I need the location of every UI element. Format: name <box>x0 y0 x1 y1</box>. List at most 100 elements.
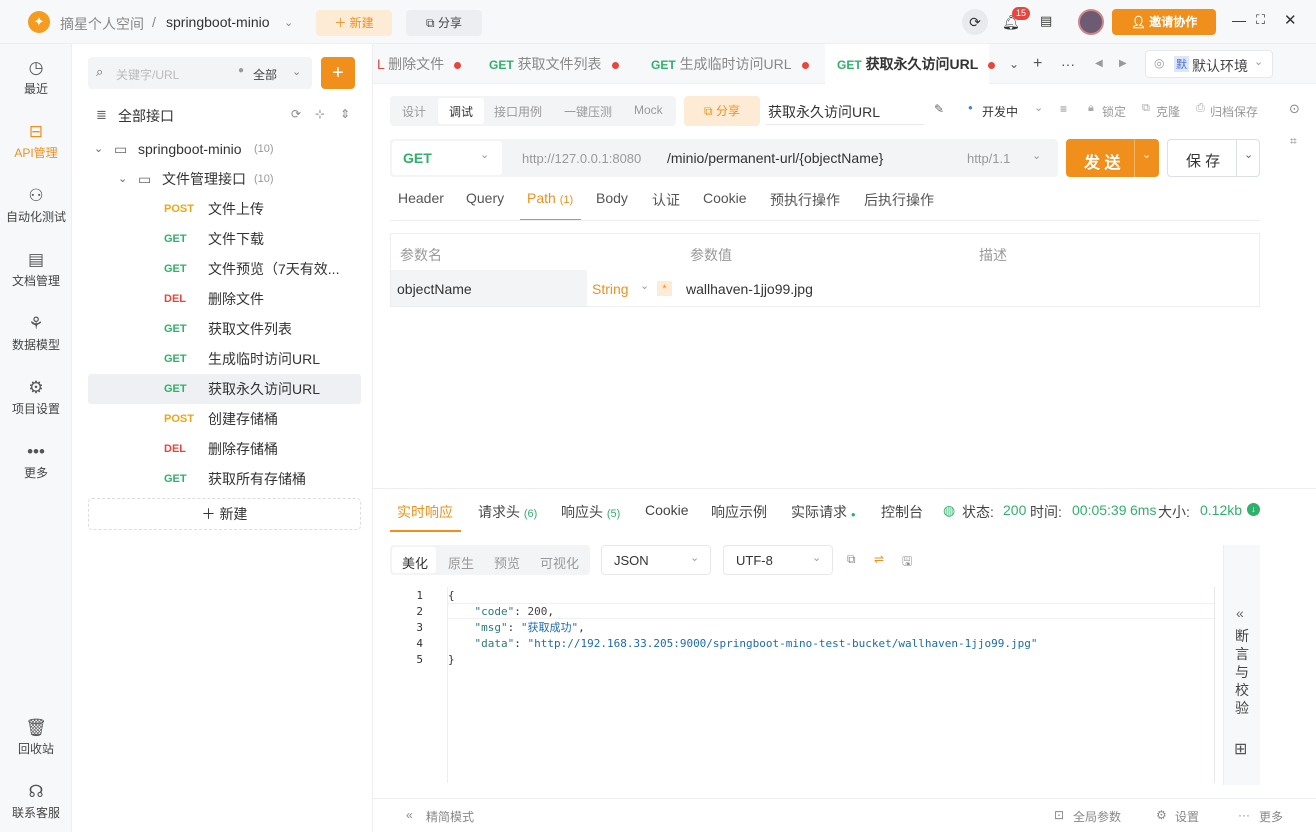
tree-api-item[interactable]: DEL 删除存储桶 <box>88 434 361 464</box>
tab-load-test[interactable]: 一键压测 <box>564 103 612 120</box>
settings-button[interactable]: 设置 <box>1175 808 1199 825</box>
param-type-select[interactable]: String <box>592 281 629 297</box>
new-button[interactable]: ＋ 新建 <box>316 10 392 36</box>
nav-more[interactable]: ••• 更多 <box>0 442 72 481</box>
chevron-down-icon[interactable]: ⌄ <box>640 279 649 292</box>
more-button[interactable]: 更多 <box>1259 808 1283 825</box>
global-params-button[interactable]: 全局参数 <box>1073 808 1121 825</box>
protocol-select[interactable]: http/1.1 <box>967 151 1010 166</box>
search-input[interactable]: 关键字/URL <box>116 66 179 83</box>
save-button[interactable]: 保 存 ⌄ <box>1167 139 1260 177</box>
tree-api-item[interactable]: DEL 删除文件 <box>88 284 361 314</box>
tab-live-response[interactable]: 实时响应 <box>397 502 453 522</box>
avatar[interactable] <box>1078 9 1104 35</box>
check-icon[interactable]: ⊙ <box>1289 101 1300 117</box>
tab-path[interactable]: Path (1) <box>527 190 573 206</box>
tab-response-example[interactable]: 响应示例 <box>711 502 767 522</box>
api-name-input[interactable]: 获取永久访问URL <box>768 102 880 122</box>
tab-mock[interactable]: Mock <box>634 103 663 117</box>
next-tab-icon[interactable]: ▶ <box>1119 44 1127 84</box>
lock-button[interactable]: 锁定 <box>1102 103 1126 120</box>
environment-select[interactable]: ◎ 默 默认环境 ⌄ <box>1145 50 1273 78</box>
close-icon[interactable]: ✕ <box>1284 11 1297 29</box>
message-icon[interactable]: ▤ <box>1040 13 1052 29</box>
tab-request-headers[interactable]: 请求头 (6) <box>478 502 537 522</box>
chevron-down-icon[interactable]: ⌄ <box>292 65 301 78</box>
chevron-down-icon[interactable]: ⌄ <box>1009 44 1019 84</box>
project-selector[interactable]: springboot-minio <box>166 14 270 30</box>
tree-api-item[interactable]: GET 生成临时访问URL <box>88 344 361 374</box>
sync-icon[interactable]: ⟳ <box>962 9 988 35</box>
save-icon[interactable]: 🖫︎ <box>902 552 912 573</box>
nav-data-model[interactable]: ⚘ 数据模型 <box>0 314 72 353</box>
tab-get-file-list[interactable]: GET 获取文件列表 <box>489 44 619 84</box>
maximize-icon[interactable]: ⛶ <box>1256 12 1265 28</box>
tab-response-headers[interactable]: 响应头 (5) <box>561 502 620 522</box>
base-url[interactable]: http://127.0.0.1:8080 <box>522 151 641 166</box>
tab-cookie[interactable]: Cookie <box>645 502 689 518</box>
nav-api-management[interactable]: ⊟ API管理 <box>0 122 72 161</box>
locate-icon[interactable]: ⊹ <box>315 107 325 121</box>
assertion-panel[interactable]: « 断 言 与 校 验 ⊞ <box>1223 545 1260 785</box>
prev-tab-icon[interactable]: ◀ <box>1095 44 1103 84</box>
view-visualize[interactable]: 可视化 <box>540 553 579 572</box>
copy-icon[interactable]: ⧉ <box>847 552 856 567</box>
required-star-icon[interactable]: * <box>657 281 672 296</box>
send-button[interactable]: 发 送 ⌄ <box>1066 139 1159 177</box>
tab-header[interactable]: Header <box>398 190 444 206</box>
workspace-breadcrumb[interactable]: 摘星个人空间 <box>60 14 144 34</box>
tree-api-item[interactable]: POST 文件上传 <box>88 194 361 224</box>
nav-recent[interactable]: ◷ 最近 <box>0 58 72 97</box>
chevron-down-icon[interactable]: ⌄ <box>1032 149 1041 162</box>
tab-temp-url[interactable]: GET 生成临时访问URL <box>651 44 809 84</box>
add-api-button[interactable]: + <box>321 57 355 89</box>
tab-delete-file[interactable]: L 删除文件 <box>377 44 462 84</box>
view-raw[interactable]: 原生 <box>448 553 474 572</box>
tab-debug[interactable]: 调试 <box>449 103 473 120</box>
layout-icon[interactable]: ⊞ <box>1234 739 1247 759</box>
tree-new-button[interactable]: ＋ 新建 <box>88 498 361 530</box>
refresh-icon[interactable]: ⟳ <box>291 107 301 121</box>
nav-project-settings[interactable]: ⚙ 项目设置 <box>0 378 72 417</box>
chevron-down-icon[interactable]: ⌄ <box>284 16 293 29</box>
edit-icon[interactable]: ✎ <box>934 102 944 116</box>
tab-query[interactable]: Query <box>466 190 504 206</box>
minimize-icon[interactable]: — <box>1232 12 1246 28</box>
param-value-input[interactable]: wallhaven-1jjo99.jpg <box>686 281 813 297</box>
archive-button[interactable]: 归档保存 <box>1210 103 1258 120</box>
tab-design[interactable]: 设计 <box>402 103 426 120</box>
tab-console[interactable]: 控制台 <box>881 502 923 522</box>
tree-api-item-selected[interactable]: GET 获取永久访问URL <box>88 374 361 404</box>
tree-folder[interactable]: ⌄ ▭ 文件管理接口 (10) <box>88 164 361 194</box>
view-beautify[interactable]: 美化 <box>402 553 428 572</box>
clone-button[interactable]: 克隆 <box>1156 103 1180 120</box>
tree-api-item[interactable]: GET 文件预览（7天有效... <box>88 254 361 284</box>
tree-api-item[interactable]: POST 创建存储桶 <box>88 404 361 434</box>
nav-customer-service[interactable]: ☊ 联系客服 <box>0 782 72 821</box>
tree-api-item[interactable]: GET 文件下载 <box>88 224 361 254</box>
more-icon[interactable]: ··· <box>1061 44 1075 84</box>
tab-test-cases[interactable]: 接口用例 <box>494 103 542 120</box>
invite-button[interactable]: 👤︎ 邀请协作 <box>1112 9 1216 35</box>
all-apis-label[interactable]: 全部接口 <box>118 106 174 126</box>
format-select[interactable]: JSON ⌄ <box>601 545 711 575</box>
nav-recycle-bin[interactable]: 🗑︎ 回收站 <box>0 718 72 757</box>
nav-automation-test[interactable]: ⚇ 自动化测试 <box>0 186 72 225</box>
download-icon[interactable]: ↓ <box>1247 503 1260 516</box>
code-icon[interactable]: ⌗ <box>1290 134 1297 149</box>
tab-pre-script[interactable]: 预执行操作 <box>770 190 840 210</box>
tree-api-item[interactable]: GET 获取文件列表 <box>88 314 361 344</box>
tab-auth[interactable]: 认证 <box>652 190 680 210</box>
method-select[interactable]: GET ⌄ <box>392 141 502 175</box>
path-input[interactable]: /minio/permanent-url/{objectName} <box>667 150 883 166</box>
tab-body[interactable]: Body <box>596 190 628 206</box>
tree-api-item[interactable]: GET 获取所有存储桶 <box>88 464 361 494</box>
chevron-down-icon[interactable]: ⌄ <box>1034 101 1043 114</box>
tab-cookie[interactable]: Cookie <box>703 190 747 206</box>
tab-actual-request[interactable]: 实际请求 ● <box>791 502 856 522</box>
view-preview[interactable]: 预览 <box>494 553 520 572</box>
app-logo-icon[interactable]: ✦ <box>28 11 50 33</box>
simple-mode-button[interactable]: 精简模式 <box>426 808 474 825</box>
tab-permanent-url[interactable]: GET 获取永久访问URL <box>825 44 996 84</box>
tree-project[interactable]: ⌄ ▭ springboot-minio (10) <box>88 134 361 164</box>
